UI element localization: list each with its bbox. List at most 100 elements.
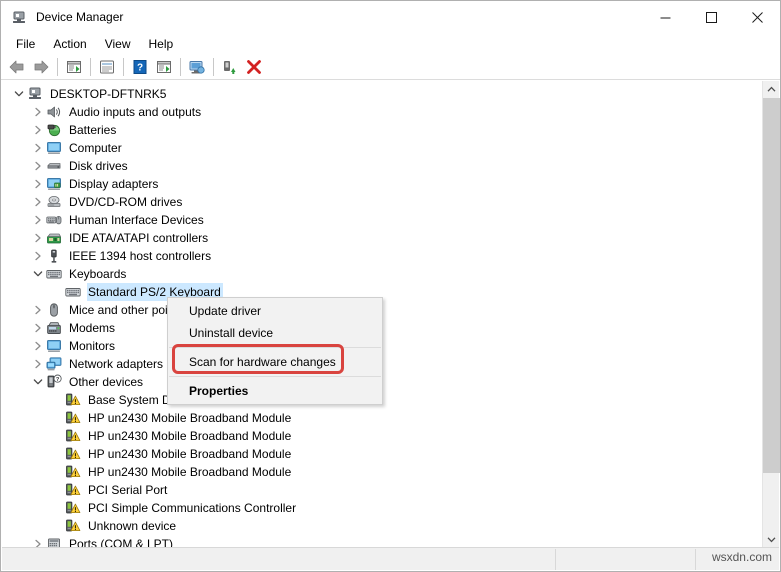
tree-expander-collapsed[interactable] [30,103,46,121]
network-adapter-icon [46,356,62,372]
tree-item-label: Disk drives [69,159,128,173]
toolbar-separator [90,57,91,76]
menu-bar: File Action View Help [1,33,780,54]
tree-item-label: Human Interface Devices [69,213,204,227]
chevron-right-icon [35,125,41,135]
tree-expander-collapsed[interactable] [30,175,46,193]
caption-buttons [642,1,780,33]
tree-item-hp-un2430-mobile-broadband-module[interactable]: HP un2430 Mobile Broadband Module [2,427,756,445]
tree-expander-collapsed[interactable] [30,319,46,337]
context-menu-item-update-driver[interactable]: Update driver [168,300,382,322]
delete-button[interactable] [242,56,266,78]
context-menu-item-properties[interactable]: Properties [168,380,382,402]
tree-item-display-adapters[interactable]: Display adapters [2,175,756,193]
close-icon [751,11,763,23]
context-menu-separator [169,376,381,377]
tree-item-disk-drives[interactable]: Disk drives [2,157,756,175]
menu-view[interactable]: View [96,35,140,53]
properties-button[interactable] [95,56,119,78]
chevron-right-icon [35,323,41,333]
tree-item-hp-un2430-mobile-broadband-module[interactable]: HP un2430 Mobile Broadband Module [2,463,756,481]
window-title: Device Manager [36,10,124,24]
status-bar: wsxdn.com [2,547,779,570]
tree-expander-collapsed[interactable] [30,337,46,355]
tree-expander-collapsed[interactable] [30,121,46,139]
tree-expander-collapsed[interactable] [30,247,46,265]
toolbar: ? [1,54,780,80]
scroll-down-button[interactable] [763,531,780,548]
chevron-right-icon [35,305,41,315]
chevron-right-icon [35,359,41,369]
scan-for-hardware-changes-button[interactable] [185,56,209,78]
menu-help[interactable]: Help [140,35,183,53]
menu-file[interactable]: File [7,35,44,53]
maximize-button[interactable] [688,1,734,33]
speaker-icon [46,104,62,120]
device-tree-panel[interactable]: DESKTOP-DFTNRK5 Audio inputs and outputs B… [2,81,779,548]
delete-icon [247,59,261,74]
close-button[interactable] [734,1,780,33]
show-hidden-devices-button[interactable] [62,56,86,78]
uninstall-device-icon [224,60,236,74]
tree-item-keyboards[interactable]: Keyboards [2,265,756,283]
help-icon: ? [133,59,147,74]
tree-expander-collapsed[interactable] [30,139,46,157]
tree-expander-collapsed[interactable] [30,301,46,319]
tree-expander-collapsed[interactable] [30,193,46,211]
warning-device-icon [65,500,81,516]
tree-expander-expanded[interactable] [30,373,46,391]
scrollbar-thumb[interactable] [763,98,780,473]
warning-device-icon [65,428,81,444]
tree-item-human-interface-devices[interactable]: Human Interface Devices [2,211,756,229]
tree-item-label: HP un2430 Mobile Broadband Module [88,429,292,443]
warning-device-icon [65,410,81,426]
keyboard-icon [46,266,62,282]
tree-item-pci-simple-communications-controller[interactable]: PCI Simple Communications Controller [2,499,756,517]
tree-item-unknown-device[interactable]: Unknown device [2,517,756,535]
vertical-scrollbar[interactable] [762,81,780,548]
tree-item-desktop-dftnrk5[interactable]: DESKTOP-DFTNRK5 [2,85,756,103]
tree-item-ieee-1394-host-controllers[interactable]: IEEE 1394 host controllers [2,247,756,265]
tree-item-dvd-cd-rom-drives[interactable]: DVD/CD-ROM drives [2,193,756,211]
tree-expander-collapsed[interactable] [30,355,46,373]
context-menu-item-uninstall-device[interactable]: Uninstall device [168,322,382,344]
tree-item-label: Computer [69,141,122,155]
tree-item-hp-un2430-mobile-broadband-module[interactable]: HP un2430 Mobile Broadband Module [2,409,756,427]
back-button[interactable] [5,56,29,78]
tree-item-computer[interactable]: Computer [2,139,756,157]
tree-expander-expanded[interactable] [30,265,46,283]
minimize-button[interactable] [642,1,688,33]
tree-item-ide-ata-atapi-controllers[interactable]: IDE ATA/ATAPI controllers [2,229,756,247]
update-driver-button[interactable] [152,56,176,78]
tree-item-audio-inputs-and-outputs[interactable]: Audio inputs and outputs [2,103,756,121]
tree-item-label: PCI Serial Port [88,483,168,497]
back-icon [9,60,24,73]
chevron-right-icon [35,341,41,351]
chevron-up-icon [767,86,776,92]
menu-action[interactable]: Action [44,35,95,53]
tree-item-hp-un2430-mobile-broadband-module[interactable]: HP un2430 Mobile Broadband Module [2,445,756,463]
scan-for-hardware-changes-icon [189,60,205,74]
tree-expander-collapsed[interactable] [30,211,46,229]
help-button[interactable]: ? [128,56,152,78]
tree-item-batteries[interactable]: Batteries [2,121,756,139]
tree-expander-collapsed[interactable] [30,157,46,175]
disk-drive-icon [46,158,62,174]
tree-item-label: Monitors [69,339,116,353]
update-driver-icon [157,60,171,73]
tree-expander-none [49,463,65,481]
tree-expander-collapsed[interactable] [30,229,46,247]
hid-icon [46,212,62,228]
modem-icon [46,320,62,336]
tree-expander-none [49,427,65,445]
tree-item-label: Audio inputs and outputs [69,105,202,119]
scroll-up-button[interactable] [763,81,780,98]
tree-item-pci-serial-port[interactable]: PCI Serial Port [2,481,756,499]
forward-button[interactable] [29,56,53,78]
chevron-right-icon [35,143,41,153]
tree-expander-expanded[interactable] [11,85,27,103]
context-menu-item-scan-for-hardware-changes[interactable]: Scan for hardware changes [168,351,382,373]
tree-item-label: DVD/CD-ROM drives [69,195,183,209]
uninstall-device-button[interactable] [218,56,242,78]
battery-icon [46,122,62,138]
